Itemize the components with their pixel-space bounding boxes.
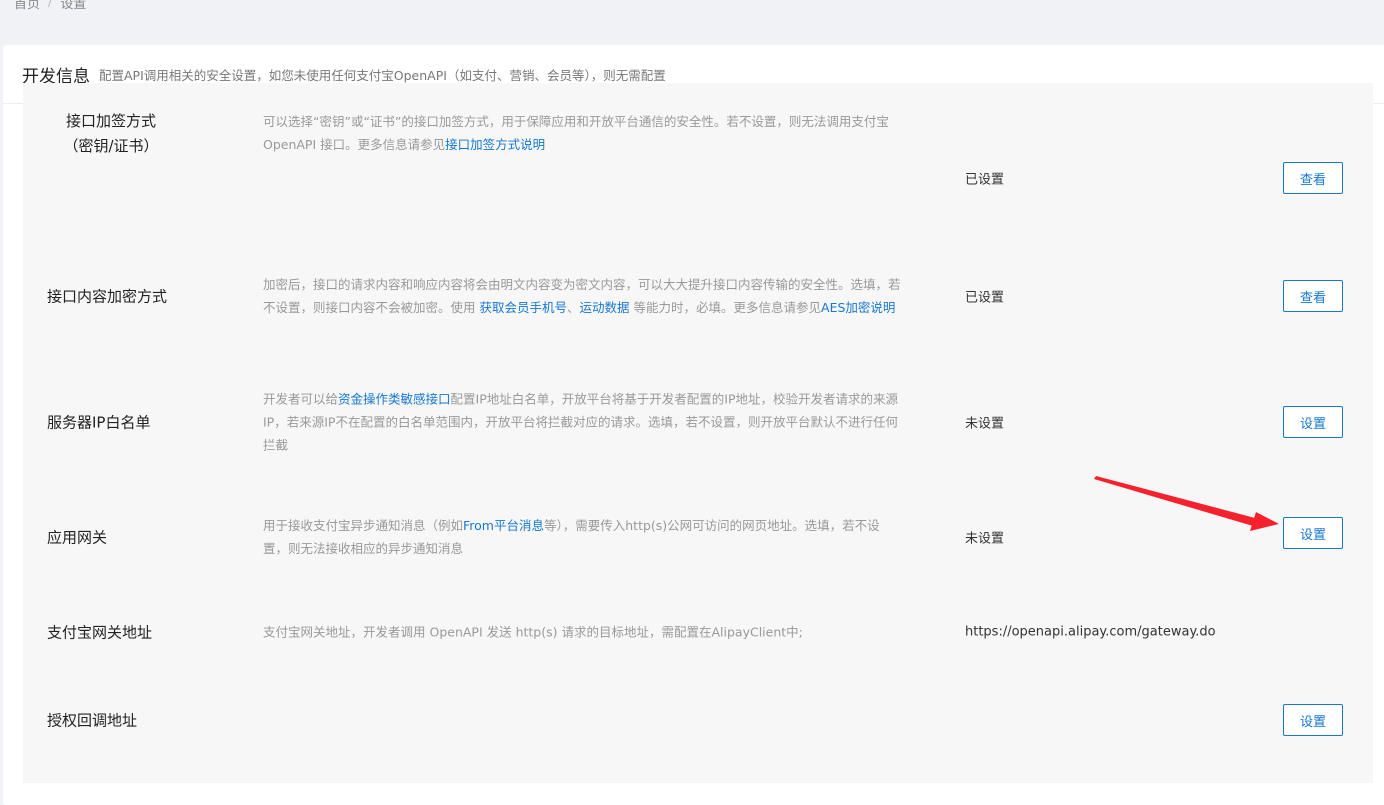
gateway-url: https://openapi.alipay.com/gateway.do [965,624,1216,640]
row-description: 开发者可以给资金操作类敏感接口配置IP地址白名单，开放平台将基于开发者配置的IP… [263,388,903,457]
breadcrumb-home[interactable]: 首页 [14,0,40,12]
member-phone-link[interactable]: 获取会员手机号 [479,300,567,315]
row-label-line: （密钥/证书） [63,137,159,155]
desc-text: 用于接收支付宝异步通知消息（例如 [263,518,464,533]
aes-doc-link[interactable]: AES加密说明 [821,300,895,315]
desc-text: 开发者可以给 [263,391,339,407]
row-label-line: 应用网关 [47,528,108,547]
sport-data-link[interactable]: 运动数据 [580,300,630,315]
setting-row-sign-method: 接口加签方式 （密钥/证书） 可以选择“密钥”或“证书”的接口加签方式，用于保障… [23,83,1373,194]
card-description: 配置API调用相关的安全设置，如您未使用任何支付宝OpenAPI（如支付、营销、… [99,67,666,83]
desc-text: 等能力时，必填。更多信息请参见 [629,300,822,315]
view-button[interactable]: 查看 [1283,280,1343,312]
set-button[interactable]: 设置 [1283,406,1343,438]
platform-message-link[interactable]: From平台消息 [463,518,544,533]
row-description: 加密后，接口的请求内容和响应内容将会由明文内容变为密文内容，可以大大提升接口内容… [263,273,903,319]
row-label-line: 接口内容加密方式 [47,287,168,306]
sensitive-api-link[interactable]: 资金操作类敏感接口 [338,392,451,407]
breadcrumb-current: 设置 [60,0,87,12]
row-description: 可以选择“密钥”或“证书”的接口加签方式，用于保障应用和开放平台通信的安全性。若… [263,110,903,156]
row-status: 已设置 [965,172,1005,188]
set-auth-callback-button[interactable]: 设置 [1283,704,1343,736]
view-button[interactable]: 查看 [1283,162,1343,194]
desc-text: 可以选择“密钥”或“证书”的接口加签方式，用于保障应用和开放平台通信的安全性。若… [263,114,889,152]
row-status: 未设置 [965,531,1005,547]
sign-method-doc-link[interactable]: 接口加签方式说明 [445,137,545,152]
desc-text: 、 [567,300,580,315]
row-description: 支付宝网关地址，开发者调用 OpenAPI 发送 http(s) 请求的目标地址… [263,621,903,644]
row-label: 授权回调地址 [47,709,227,734]
row-label: 接口加签方式 （密钥/证书） [36,109,186,159]
row-label-line: 支付宝网关地址 [47,623,153,642]
row-label-line: 服务器IP白名单 [47,413,151,432]
row-label: 接口内容加密方式 [47,285,227,310]
row-label: 支付宝网关地址 [47,621,227,646]
row-label-line: 接口加签方式 [65,112,156,130]
set-app-gateway-button[interactable]: 设置 [1283,517,1343,549]
desc-text: 支付宝网关地址，开发者调用 OpenAPI 发送 http(s) 请求的目标地址… [263,624,803,640]
breadcrumb-separator: / [48,0,53,10]
row-status: 已设置 [965,290,1005,306]
breadcrumb: 首页 / 设置 [14,0,86,12]
row-status: 未设置 [965,416,1005,432]
settings-panel: 接口加签方式 （密钥/证书） 可以选择“密钥”或“证书”的接口加签方式，用于保障… [23,83,1373,783]
row-label-line: 授权回调地址 [47,711,138,730]
row-description: 用于接收支付宝异步通知消息（例如From平台消息等），需要传入http(s)公网… [263,514,903,560]
row-label: 应用网关 [47,526,227,551]
row-label: 服务器IP白名单 [47,411,227,436]
